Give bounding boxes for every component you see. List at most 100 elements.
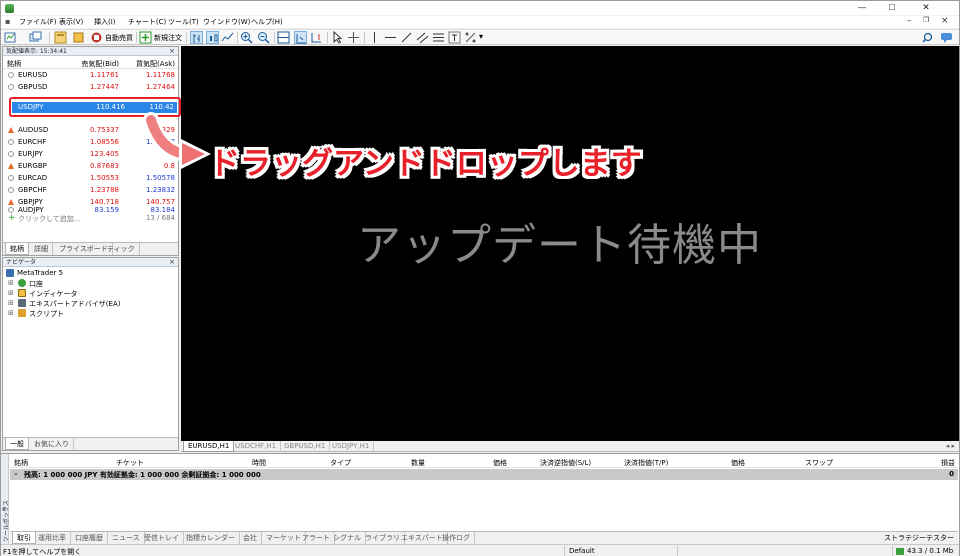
header-ask[interactable]: 買気配(Ask)	[136, 59, 175, 69]
zoom-in-icon[interactable]	[240, 31, 253, 44]
title-bar: — ☐ ✕	[1, 1, 959, 15]
tab-company[interactable]: 会社	[239, 532, 262, 544]
col-symbol[interactable]: 銘柄	[14, 458, 28, 468]
tab-history[interactable]: 口座履歴	[71, 532, 108, 544]
inner-close-button[interactable]: ×	[941, 16, 949, 26]
bar-chart-icon[interactable]	[190, 31, 203, 44]
tab-details[interactable]: 詳細	[30, 243, 53, 255]
line-chart-icon[interactable]	[221, 31, 234, 44]
search-icon[interactable]	[922, 31, 935, 44]
tab-trade[interactable]: 取引	[12, 532, 36, 544]
tab-common[interactable]: 一般	[5, 438, 29, 450]
profiles-icon[interactable]	[29, 31, 42, 44]
nav-indicators[interactable]: インディケータ	[29, 289, 78, 299]
col-time[interactable]: 時間	[252, 458, 266, 468]
nav-root[interactable]: MetaTrader 5	[17, 269, 63, 277]
chart-tab-gbpusd[interactable]: GBPUSD,H1	[280, 441, 331, 452]
chart-tab-usdchf[interactable]: USDCHF,H1	[231, 441, 282, 452]
expand-icon[interactable]: ⊞	[8, 299, 14, 307]
tab-mailbox[interactable]: 受信トレイ	[140, 532, 184, 544]
collapse-icon[interactable]: ⌄	[13, 469, 19, 477]
new-chart-icon[interactable]	[4, 31, 17, 44]
menu-file[interactable]: ファイル(F)	[19, 17, 57, 27]
menu-chart[interactable]: チャート(C)	[128, 17, 166, 27]
quote-bid: 123.405	[90, 150, 119, 158]
shapes-icon[interactable]	[464, 31, 477, 44]
quote-row[interactable]: GBPUSD 1.27447 1.27464	[3, 81, 178, 93]
horizontal-line-icon[interactable]	[384, 31, 397, 44]
navigator-close-icon[interactable]: ×	[169, 258, 175, 267]
nav-scripts[interactable]: スクリプト	[29, 309, 64, 319]
col-type[interactable]: タイプ	[330, 458, 351, 468]
quote-symbol: GBPUSD	[18, 83, 48, 91]
col-current-price[interactable]: 価格	[731, 458, 745, 468]
menu-bar: ▪ ファイル(F) 表示(V) 挿入(I) チャート(C) ツール(T) ウイン…	[1, 16, 959, 28]
expand-icon[interactable]: ⊞	[8, 309, 14, 317]
balance-row[interactable]: ⌄ 残高: 1 000 000 JPY 有効証拠金: 1 000 000 余剰証…	[10, 469, 958, 480]
chart-tab-eurusd[interactable]: EURUSD,H1	[183, 441, 235, 452]
channel-icon[interactable]	[416, 31, 429, 44]
quote-row[interactable]: GBPCHF 1.23788 1.23832	[3, 184, 178, 196]
header-bid[interactable]: 売気配(Bid)	[81, 59, 119, 69]
auto-trading-label[interactable]: 自動売買	[105, 33, 133, 43]
new-order-label[interactable]: 新規注文	[154, 33, 182, 43]
tab-symbols[interactable]: 銘柄	[5, 243, 29, 255]
tab-ticks[interactable]: ティック	[103, 243, 140, 255]
col-ticket[interactable]: チケット	[116, 458, 144, 468]
col-profit[interactable]: 損益	[941, 458, 955, 468]
crosshair-icon[interactable]	[347, 31, 360, 44]
menu-view[interactable]: 表示(V)	[59, 17, 83, 27]
autoscroll-icon[interactable]	[294, 31, 307, 44]
tab-favorites[interactable]: お気に入り	[30, 438, 74, 450]
nav-experts[interactable]: エキスパートアドバイザ(EA)	[29, 299, 120, 309]
col-volume[interactable]: 数量	[411, 458, 425, 468]
zoom-out-icon[interactable]	[257, 31, 270, 44]
maximize-button[interactable]: ☐	[877, 1, 907, 15]
tab-calendar[interactable]: 指標カレンダー	[182, 532, 240, 544]
add-symbol-row[interactable]: + クリックして追加... 13 / 684	[3, 212, 178, 224]
menu-window[interactable]: ウインドウ(W)	[203, 17, 250, 27]
system-menu-icon[interactable]: ▪	[5, 17, 10, 26]
candles-icon[interactable]	[206, 31, 219, 44]
header-symbol[interactable]: 銘柄	[7, 59, 21, 69]
quote-symbol: EURUSD	[18, 71, 48, 79]
new-order-icon[interactable]	[139, 31, 152, 44]
col-tp[interactable]: 決済指値(T/P)	[624, 458, 668, 468]
menu-insert[interactable]: 挿入(I)	[94, 17, 116, 27]
chat-icon[interactable]	[940, 31, 953, 44]
fibonacci-icon[interactable]	[432, 31, 445, 44]
text-tool-icon[interactable]	[448, 31, 461, 44]
inner-minimize-button[interactable]: –	[907, 16, 912, 26]
chart-tab-scroll-icon[interactable]: ◂ ▸	[946, 441, 955, 452]
tile-windows-icon[interactable]	[277, 31, 290, 44]
col-swap[interactable]: スワップ	[805, 458, 833, 468]
menu-tools[interactable]: ツール(T)	[168, 17, 199, 27]
vertical-line-icon[interactable]	[368, 31, 381, 44]
navigator-icon[interactable]	[72, 31, 85, 44]
close-button[interactable]: ✕	[911, 1, 941, 15]
nav-accounts[interactable]: 口座	[29, 279, 43, 289]
shapes-dropdown-icon[interactable]: ▾	[479, 32, 483, 41]
quote-bid: 1.11761	[90, 71, 119, 79]
status-help-text: F1を押してヘルプを開く	[3, 548, 82, 556]
tab-exposure[interactable]: 運用比率	[34, 532, 71, 544]
expand-icon[interactable]: ⊞	[8, 289, 14, 297]
auto-trading-icon[interactable]	[90, 31, 103, 44]
toolbox-panel: × ツールボックス 銘柄 チケット 時間 タイプ 数量 価格 決済逆指値(S/L…	[1, 453, 959, 544]
tab-journal[interactable]: 操作ログ	[438, 532, 475, 544]
market-watch-icon[interactable]	[54, 31, 67, 44]
menu-help[interactable]: ヘルプ(H)	[251, 17, 283, 27]
col-sl[interactable]: 決済逆指値(S/L)	[540, 458, 591, 468]
chart-window[interactable]: アップデート待機中	[181, 46, 959, 441]
trendline-icon[interactable]	[400, 31, 413, 44]
chart-shift-icon[interactable]	[310, 31, 323, 44]
expand-icon[interactable]: ⊞	[8, 279, 14, 287]
col-price[interactable]: 価格	[493, 458, 507, 468]
quote-row[interactable]: EURUSD 1.11761 1.11768	[3, 69, 178, 81]
inner-restore-button[interactable]: ❐	[923, 16, 929, 24]
cursor-icon[interactable]	[331, 30, 344, 44]
chart-tab-usdjpy[interactable]: USDJPY,H1	[328, 441, 375, 452]
minimize-button[interactable]: —	[847, 1, 877, 15]
strategy-tester-button[interactable]: ストラテジーテスター	[884, 532, 954, 544]
market-watch-close-icon[interactable]: ×	[169, 47, 175, 56]
